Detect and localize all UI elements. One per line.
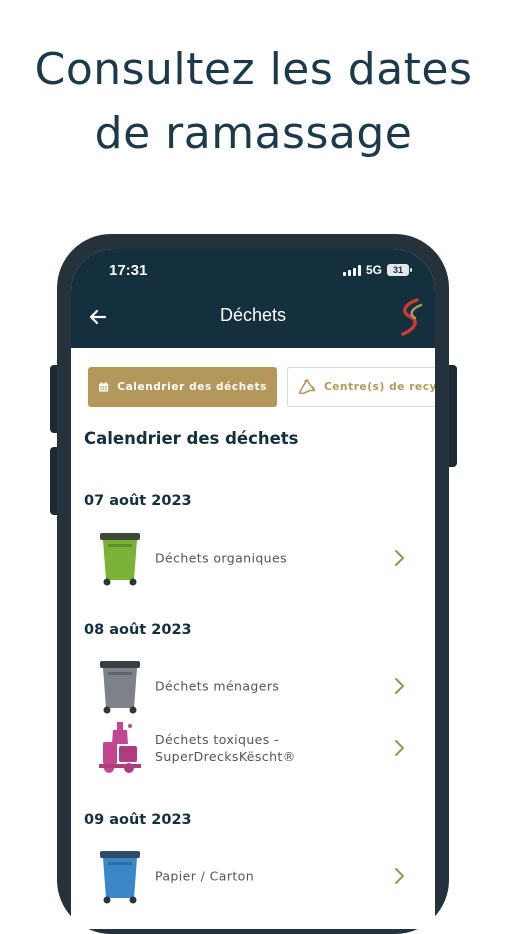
headline-line-2: de ramassage	[94, 108, 413, 159]
toxic-waste-icon	[99, 722, 141, 773]
network-type: 5G	[365, 263, 382, 277]
blue-bin-icon	[100, 851, 140, 904]
green-bin-icon	[100, 533, 140, 586]
battery-icon: 31	[387, 264, 412, 276]
recycle-icon	[298, 379, 316, 395]
tab-bar: Calendrier des déchets Centre(s) de recy…	[88, 367, 435, 407]
tab-recycling-centres-label: Centre(s) de recyc	[324, 381, 435, 393]
status-time: 17:31	[109, 262, 148, 279]
calendar-icon	[99, 382, 109, 392]
tab-recycling-centres[interactable]: Centre(s) de recyc	[287, 367, 435, 407]
list-item-label: Déchets ménagers	[155, 678, 280, 694]
signal-icon	[342, 264, 361, 276]
chevron-right-icon	[395, 740, 404, 756]
page-title: Déchets	[219, 305, 287, 325]
chevron-right-icon	[395, 550, 404, 566]
chevron-right-icon	[395, 868, 404, 884]
section-title: Calendrier des déchets	[84, 429, 299, 448]
date-heading: 09 août 2023	[84, 812, 192, 828]
headline-line-1: Consultez les dates	[34, 44, 473, 95]
list-item-household-waste[interactable]: Déchets ménagers	[91, 658, 421, 714]
grey-bin-icon	[100, 661, 140, 714]
list-item-toxic-waste[interactable]: Déchets toxiques - SuperDrecksKëscht®	[91, 720, 421, 776]
chevron-right-icon	[395, 678, 404, 694]
list-item-label: Déchets toxiques - SuperDrecksKëscht®	[155, 732, 296, 764]
date-heading: 08 août 2023	[84, 622, 192, 638]
app-logo-icon	[401, 298, 423, 336]
list-item-label: Papier / Carton	[155, 868, 255, 884]
list-item-paper-cardboard[interactable]: Papier / Carton	[91, 848, 421, 904]
date-heading: 07 août 2023	[84, 493, 192, 509]
tab-waste-calendar[interactable]: Calendrier des déchets	[88, 367, 277, 407]
tab-waste-calendar-label: Calendrier des déchets	[117, 381, 267, 393]
status-indicators: 5G 31	[342, 263, 412, 277]
app-header: 17:31 5G 31 Déchets	[71, 249, 435, 348]
headline: Consultez les dates de ramassage	[0, 38, 507, 166]
list-item-organic-waste[interactable]: Déchets organiques	[91, 530, 421, 586]
list-item-label: Déchets organiques	[155, 550, 288, 566]
app-screen: 17:31 5G 31 Déchets Calendrier des déche…	[71, 249, 435, 929]
